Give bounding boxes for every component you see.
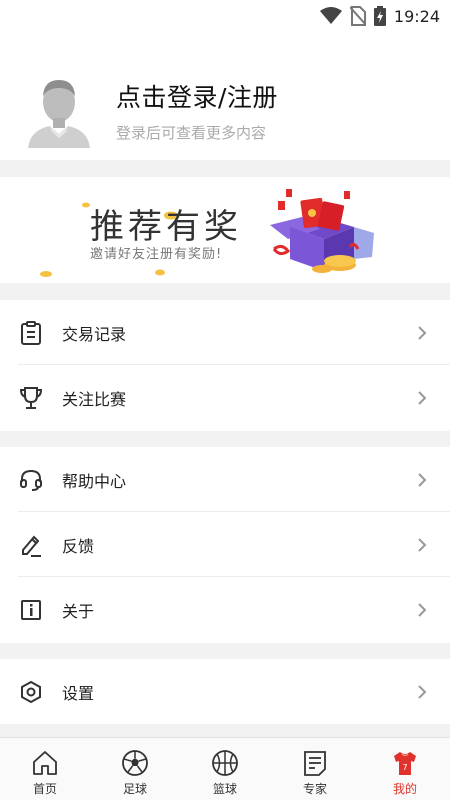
chevron-right-icon <box>416 537 428 553</box>
login-register-title[interactable]: 点击登录/注册 <box>116 78 278 114</box>
basketball-icon <box>211 749 239 777</box>
banner-subtitle: 邀请好友注册有奖励! <box>90 247 223 262</box>
chevron-right-icon <box>416 325 428 341</box>
settings-hexagon-icon <box>18 679 44 705</box>
tab-label: 篮球 <box>212 782 237 796</box>
home-icon <box>31 749 59 777</box>
tab-label: 首页 <box>32 782 57 796</box>
menu-group-settings: 设置 <box>0 659 450 724</box>
expert-document-icon <box>301 749 329 777</box>
trophy-icon <box>18 385 44 411</box>
menu-item-label: 设置 <box>62 683 95 703</box>
clock-time: 19:24 <box>393 6 440 26</box>
clipboard-icon <box>18 320 44 346</box>
pencil-icon <box>18 532 44 558</box>
headset-icon <box>18 467 44 493</box>
menu-item-help-center[interactable]: 帮助中心 <box>0 447 450 512</box>
menu-item-label: 关于 <box>62 601 95 621</box>
jersey-icon: 7 <box>391 749 419 777</box>
tab-home[interactable]: 首页 <box>0 738 90 800</box>
status-bar: 19:24 <box>0 0 450 32</box>
chevron-right-icon <box>416 472 428 488</box>
menu-item-label: 帮助中心 <box>62 471 127 491</box>
coin-decoration <box>155 261 165 280</box>
menu-item-feedback[interactable]: 反馈 <box>0 512 450 577</box>
soccer-ball-icon <box>121 749 149 777</box>
tab-football[interactable]: 足球 <box>90 738 180 800</box>
tab-label: 我的 <box>392 782 417 796</box>
no-sim-icon <box>349 6 366 26</box>
menu-item-about[interactable]: 关于 <box>0 577 450 642</box>
coin-decoration <box>40 263 52 282</box>
svg-text:7: 7 <box>402 763 407 772</box>
avatar[interactable] <box>26 74 92 148</box>
info-icon <box>18 597 44 623</box>
menu-item-label: 反馈 <box>62 536 95 556</box>
bottom-tab-bar: 首页 足球 篮球 专家 7 我的 <box>0 737 450 800</box>
tab-label: 专家 <box>302 782 327 796</box>
menu-item-followed-matches[interactable]: 关注比赛 <box>0 365 450 430</box>
profile-header[interactable]: 点击登录/注册 登录后可查看更多内容 <box>0 32 450 160</box>
tab-expert[interactable]: 专家 <box>270 738 360 800</box>
chevron-right-icon <box>416 390 428 406</box>
menu-item-transaction-records[interactable]: 交易记录 <box>0 300 450 365</box>
menu-group-records: 交易记录 关注比赛 <box>0 300 450 431</box>
login-hint-text: 登录后可查看更多内容 <box>116 124 267 142</box>
banner-title: 推荐有奖 <box>90 207 242 247</box>
referral-banner[interactable]: 推荐有奖 邀请好友注册有奖励! <box>0 177 450 283</box>
gift-box-illustration <box>262 187 382 277</box>
menu-item-label: 交易记录 <box>62 324 127 344</box>
menu-item-label: 关注比赛 <box>62 389 127 409</box>
menu-group-support: 帮助中心 反馈 关于 <box>0 447 450 643</box>
coin-decoration <box>82 193 90 212</box>
chevron-right-icon <box>416 602 428 618</box>
chevron-right-icon <box>416 684 428 700</box>
battery-charging-icon <box>373 6 386 26</box>
tab-label: 足球 <box>122 782 147 796</box>
tab-basketball[interactable]: 篮球 <box>180 738 270 800</box>
menu-item-settings[interactable]: 设置 <box>0 659 450 724</box>
tab-mine[interactable]: 7 我的 <box>360 738 450 800</box>
wifi-icon <box>319 7 342 25</box>
